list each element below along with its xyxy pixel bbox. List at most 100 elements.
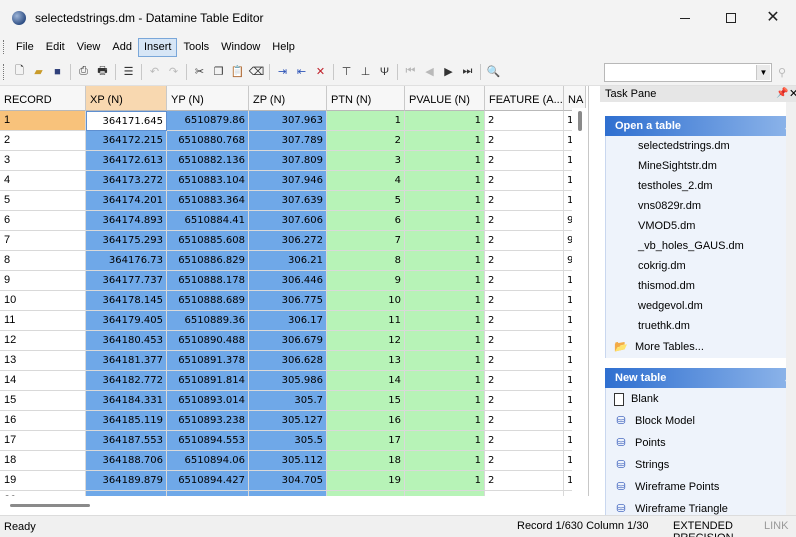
cell-feature[interactable]: 2 [485,271,564,291]
cut-icon[interactable]: ✂ [191,63,208,80]
cell-xp[interactable]: 364176.73 [86,251,167,271]
cell-xp[interactable]: 364172.613 [86,151,167,171]
cell-pvalue[interactable]: 1 [405,111,485,131]
cell-ptn[interactable]: 4 [327,171,405,191]
cell-xp[interactable]: 364174.201 [86,191,167,211]
cell-record[interactable]: 4 [0,171,86,191]
cell-pvalue[interactable]: 1 [405,391,485,411]
cell-zp[interactable]: 306.628 [249,351,327,371]
cell-pvalue[interactable]: 1 [405,171,485,191]
cell-ptn[interactable]: 20 [327,491,405,496]
cell-pvalue[interactable]: 1 [405,151,485,171]
close-button[interactable]: ✕ [750,0,796,36]
cell-zp[interactable]: 305.5 [249,431,327,451]
column-header-ptn-header[interactable]: PTN (N) [327,86,405,111]
recent-table-link[interactable]: thismod.dm [606,276,795,296]
cell-pvalue[interactable]: 1 [405,211,485,231]
cell-ptn[interactable]: 3 [327,151,405,171]
cell-feature[interactable]: 2 [485,191,564,211]
column-header-record-header[interactable]: RECORD [0,86,86,111]
cell-pvalue[interactable]: 1 [405,351,485,371]
cell-feature[interactable]: 2 [485,291,564,311]
cell-zp[interactable]: 304.705 [249,471,327,491]
cell-pvalue[interactable]: 1 [405,291,485,311]
recent-table-link[interactable]: wedgevol.dm [606,296,795,316]
cell-record[interactable]: 6 [0,211,86,231]
cell-feature[interactable]: 2 [485,111,564,131]
cell-zp[interactable]: 306.272 [249,231,327,251]
more-tables-link[interactable]: 📂 More Tables... [606,336,795,358]
cell-ptn[interactable]: 18 [327,451,405,471]
menu-help[interactable]: Help [266,38,301,57]
cell-xp[interactable]: 364189.879 [86,471,167,491]
cell-xp[interactable]: 364180.453 [86,331,167,351]
cell-feature[interactable]: 2 [485,311,564,331]
menu-window[interactable]: Window [215,38,266,57]
cell-yp[interactable]: 6510885.608 [167,231,249,251]
cell-pvalue[interactable]: 1 [405,271,485,291]
redo-icon[interactable]: ↷ [165,63,182,80]
cell-pvalue[interactable]: 1 [405,431,485,451]
cell-feature[interactable]: 2 [485,491,564,496]
new-table-item[interactable]: Blank [606,388,795,410]
cell-ptn[interactable]: 13 [327,351,405,371]
cell-feature[interactable]: 2 [485,471,564,491]
cell-ptn[interactable]: 11 [327,311,405,331]
cell-record[interactable]: 17 [0,431,86,451]
cell-yp[interactable]: 6510883.104 [167,171,249,191]
pin-icon[interactable]: 📌 [776,88,788,99]
chevron-down-icon[interactable]: ▼ [756,65,770,80]
cell-record[interactable]: 2 [0,131,86,151]
previous-record-icon[interactable]: ◀ [421,63,438,80]
cell-pvalue[interactable]: 1 [405,411,485,431]
cell-zp[interactable]: 306.679 [249,331,327,351]
cell-yp[interactable]: 6510890.488 [167,331,249,351]
cell-yp[interactable]: 6510886.829 [167,251,249,271]
cell-pvalue[interactable]: 1 [405,311,485,331]
recent-table-link[interactable]: testholes_2.dm [606,176,795,196]
cell-ptn[interactable]: 6 [327,211,405,231]
menu-tools[interactable]: Tools [177,38,215,57]
cell-ptn[interactable]: 7 [327,231,405,251]
cell-ptn[interactable]: 17 [327,431,405,451]
cell-zp[interactable]: 306.21 [249,251,327,271]
cell-record[interactable]: 13 [0,351,86,371]
cell-feature[interactable]: 2 [485,131,564,151]
cell-ptn[interactable]: 9 [327,271,405,291]
cell-zp[interactable]: 307.606 [249,211,327,231]
cell-record[interactable]: 1 [0,111,86,131]
cell-record[interactable]: 7 [0,231,86,251]
cell-pvalue[interactable]: 1 [405,491,485,496]
new-table-item[interactable]: ⛁ Block Model [606,410,795,432]
cell-xp[interactable]: 364188.706 [86,451,167,471]
cell-record[interactable]: 9 [0,271,86,291]
close-icon[interactable]: ✕ [789,87,796,100]
cell-zp[interactable]: 307.639 [249,191,327,211]
new-table-header[interactable]: New table ▴ [605,368,796,388]
cell-ptn[interactable]: 1 [327,111,405,131]
cell-xp[interactable]: 364175.293 [86,231,167,251]
minimize-button[interactable] [662,0,708,36]
cell-pvalue[interactable]: 1 [405,131,485,151]
find-icon[interactable]: 🔍 [485,63,502,80]
cell-feature[interactable]: 2 [485,391,564,411]
cell-pvalue[interactable]: 1 [405,331,485,351]
cell-record[interactable]: 8 [0,251,86,271]
undo-icon[interactable]: ↶ [146,63,163,80]
cell-feature[interactable]: 2 [485,371,564,391]
help-icon[interactable]: ⚲ [778,66,786,79]
cell-feature[interactable]: 2 [485,451,564,471]
open-icon[interactable]: ▰ [30,63,47,80]
cell-feature[interactable]: 2 [485,411,564,431]
cell-zp[interactable]: 305.7 [249,391,327,411]
cell-record[interactable]: 12 [0,331,86,351]
cell-ptn[interactable]: 12 [327,331,405,351]
cell-zp[interactable]: 307.809 [249,151,327,171]
cell-xp[interactable]: 364172.215 [86,131,167,151]
cell-xp[interactable]: 364181.377 [86,351,167,371]
column-header-pvalue-header[interactable]: PVALUE (N) [405,86,485,111]
horizontal-scroll-thumb[interactable] [10,504,90,507]
menu-insert[interactable]: Insert [137,37,178,57]
cell-xp[interactable]: 364173.272 [86,171,167,191]
cell-pvalue[interactable]: 1 [405,451,485,471]
